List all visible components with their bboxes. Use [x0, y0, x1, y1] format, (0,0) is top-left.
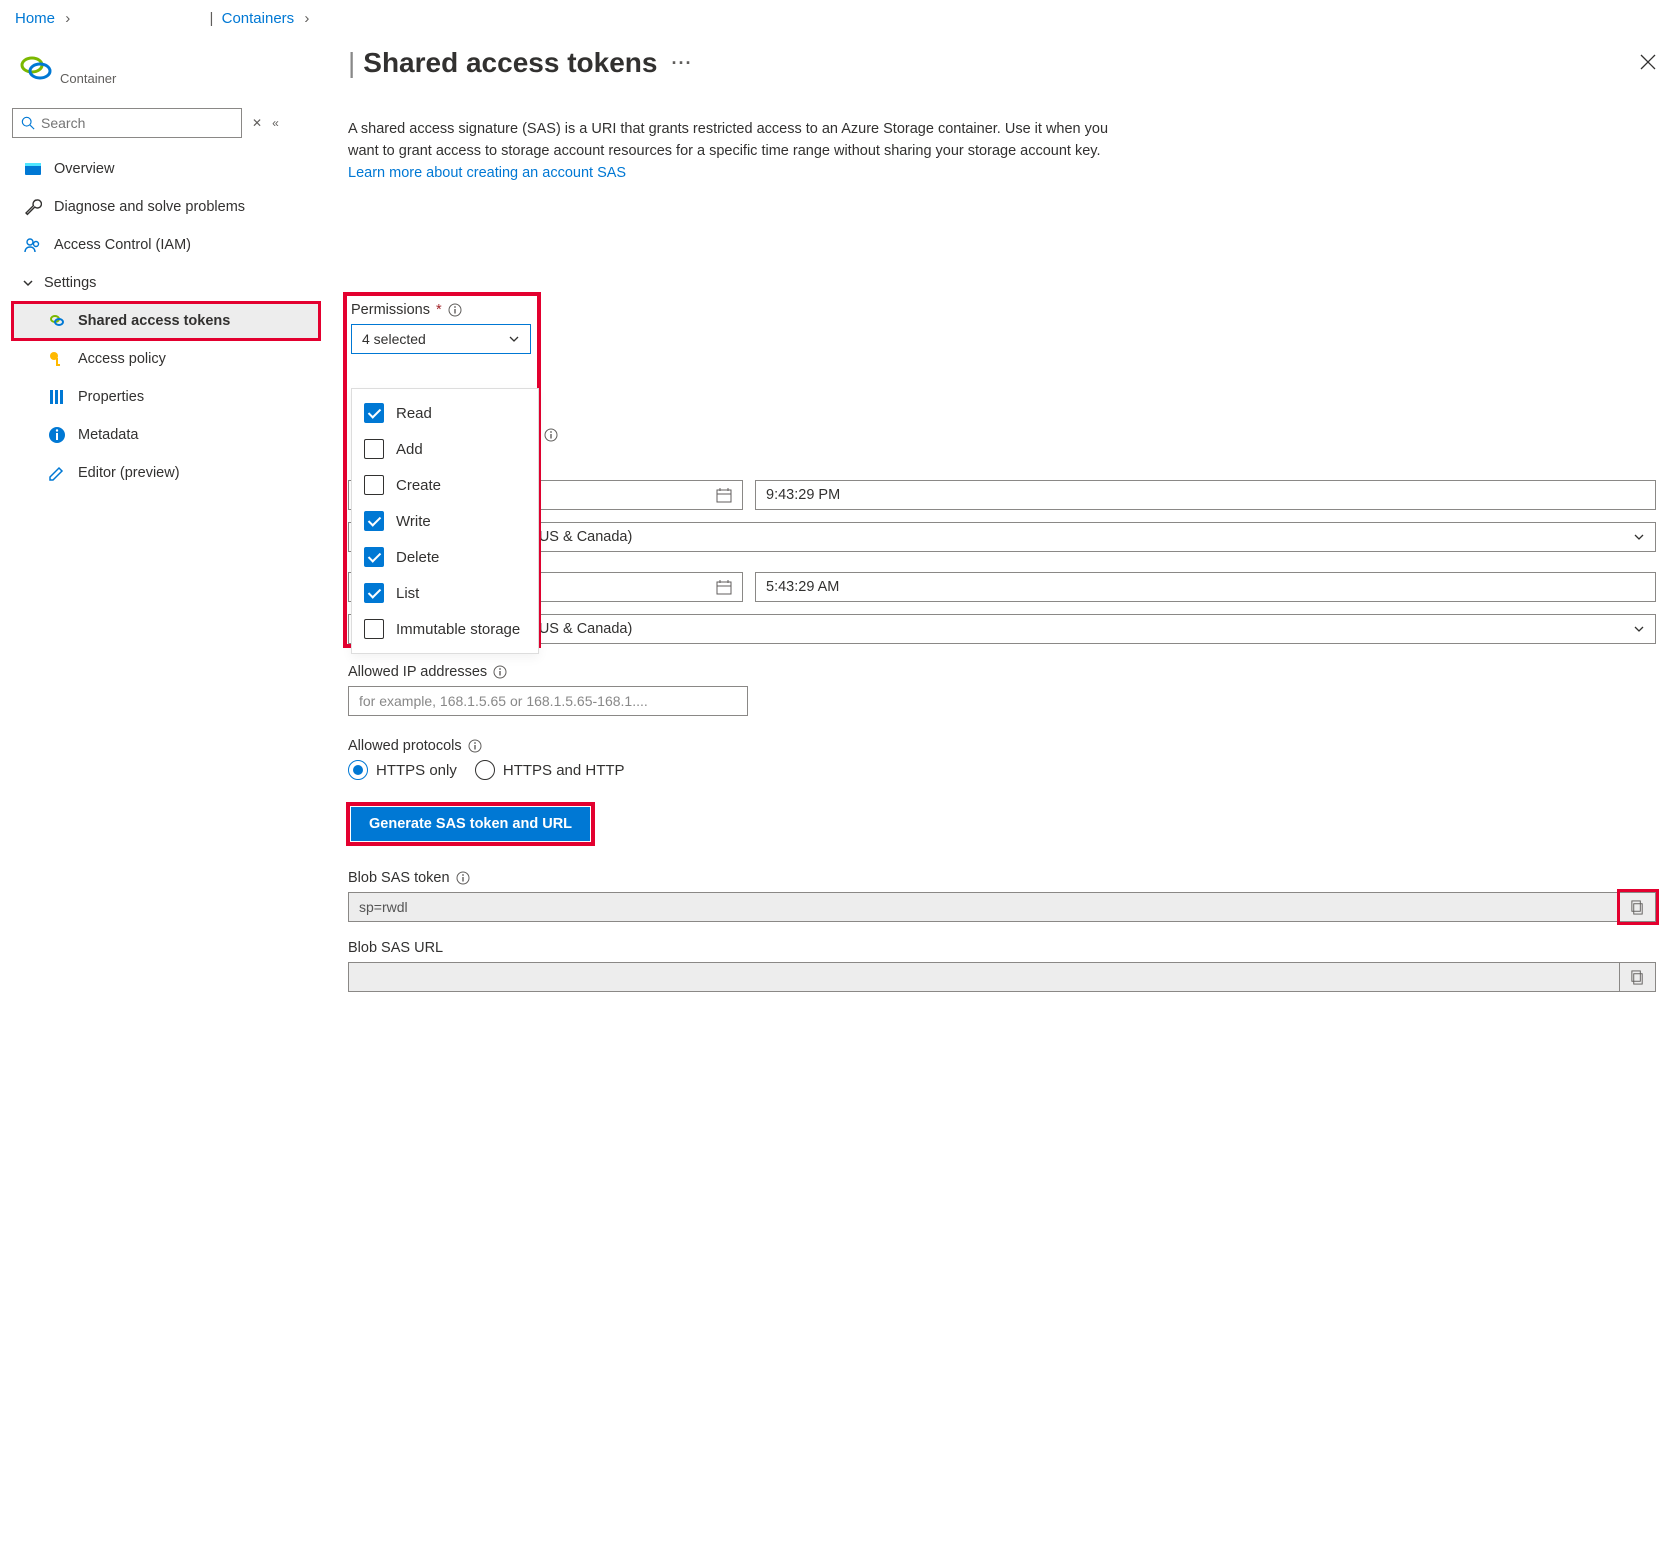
checkbox-icon	[364, 619, 384, 639]
chevron-down-icon	[508, 333, 520, 345]
checkbox-icon	[364, 439, 384, 459]
nav-overview[interactable]: Overview	[12, 150, 320, 188]
copy-sas-url-button[interactable]	[1620, 962, 1656, 992]
radio-icon	[475, 760, 495, 780]
properties-icon	[48, 388, 66, 406]
protocol-https-only[interactable]: HTTPS only	[348, 760, 457, 780]
sas-token-label: Blob SAS token	[348, 870, 450, 886]
sas-url-output[interactable]	[348, 962, 1620, 992]
pencil-icon	[48, 464, 66, 482]
permission-option-label: Read	[396, 405, 432, 422]
permission-option-read[interactable]: Read	[352, 395, 538, 431]
nav-diagnose[interactable]: Diagnose and solve problems	[12, 188, 320, 226]
info-icon[interactable]	[456, 871, 470, 885]
link-chain-icon	[48, 312, 66, 330]
nav-iam[interactable]: Access Control (IAM)	[12, 226, 320, 264]
permission-option-immutable-storage[interactable]: Immutable storage	[352, 611, 538, 647]
allowed-protocols-label: Allowed protocols	[348, 738, 462, 754]
collapse-sidebar-button[interactable]: «	[272, 116, 279, 130]
checkbox-icon	[364, 403, 384, 423]
expiry-time-input[interactable]: 5:43:29 AM	[755, 572, 1656, 602]
info-icon[interactable]	[448, 303, 462, 317]
chevron-down-icon	[22, 277, 34, 289]
start-timezone-select[interactable]: (US & Canada)	[348, 522, 1656, 552]
key-icon	[48, 350, 66, 368]
permission-option-label: Add	[396, 441, 423, 458]
info-icon	[48, 426, 66, 444]
people-icon	[24, 236, 42, 254]
page-title: | Shared access tokens ···	[348, 47, 692, 79]
nav-editor[interactable]: Editor (preview)	[12, 454, 320, 492]
checkbox-icon	[364, 547, 384, 567]
required-asterisk: *	[436, 302, 442, 318]
info-icon[interactable]	[493, 665, 507, 679]
nav-settings-section[interactable]: Settings	[12, 264, 320, 302]
permission-option-write[interactable]: Write	[352, 503, 538, 539]
main-panel: | Shared access tokens ··· A shared acce…	[320, 47, 1676, 1040]
container-type-label: Container	[60, 71, 116, 86]
chevron-down-icon	[1633, 623, 1645, 635]
breadcrumb-home[interactable]: Home	[15, 10, 55, 27]
copy-icon	[1630, 970, 1645, 985]
close-panel-button[interactable]	[1640, 54, 1656, 73]
sas-token-output[interactable]: sp=rwdl	[348, 892, 1620, 922]
info-icon[interactable]	[468, 739, 482, 753]
checkbox-icon	[364, 583, 384, 603]
generate-sas-button[interactable]: Generate SAS token and URL	[351, 807, 590, 841]
permission-option-label: Delete	[396, 549, 439, 566]
more-actions-button[interactable]: ···	[671, 53, 692, 74]
learn-more-link[interactable]: Learn more about creating an account SAS	[348, 165, 626, 181]
protocol-https-http[interactable]: HTTPS and HTTP	[475, 760, 625, 780]
permission-option-label: Immutable storage	[396, 621, 520, 638]
permissions-dropdown[interactable]: 4 selected	[351, 324, 531, 354]
calendar-icon	[716, 487, 732, 503]
chevron-right-icon: ›	[304, 10, 309, 27]
overview-icon	[24, 160, 42, 178]
checkbox-icon	[364, 475, 384, 495]
permission-option-list[interactable]: List	[352, 575, 538, 611]
permissions-menu: Read Add Create Write Delete List Immutable st…	[351, 388, 539, 654]
allowed-ip-label: Allowed IP addresses	[348, 664, 487, 680]
permission-option-label: Write	[396, 513, 431, 530]
breadcrumb: Home › | Containers ›	[0, 0, 1676, 47]
permission-option-delete[interactable]: Delete	[352, 539, 538, 575]
permissions-section: Permissions * 4 selected Read Add Create Wr…	[345, 294, 539, 646]
allowed-ip-input[interactable]: for example, 168.1.5.65 or 168.1.5.65-16…	[348, 686, 748, 716]
description-text: A shared access signature (SAS) is a URI…	[348, 119, 1128, 184]
permissions-label: Permissions	[351, 302, 430, 318]
search-input[interactable]	[12, 108, 242, 138]
wrench-icon	[24, 198, 42, 216]
info-icon[interactable]	[544, 428, 558, 442]
nav-shared-access-tokens[interactable]: Shared access tokens	[12, 302, 320, 340]
sidebar: Container ✕ « Overview Diagnose and solv…	[0, 47, 320, 1040]
breadcrumb-containers[interactable]: Containers	[222, 10, 295, 27]
sas-url-label: Blob SAS URL	[348, 940, 443, 956]
container-icon	[18, 51, 54, 90]
search-icon	[21, 116, 35, 130]
chevron-down-icon	[1633, 531, 1645, 543]
permission-option-label: Create	[396, 477, 441, 494]
nav-access-policy[interactable]: Access policy	[12, 340, 320, 378]
permission-option-create[interactable]: Create	[352, 467, 538, 503]
chevron-right-icon: ›	[65, 10, 70, 27]
clear-search-button[interactable]: ✕	[252, 116, 262, 130]
calendar-icon	[716, 579, 732, 595]
copy-sas-token-button[interactable]	[1620, 892, 1656, 922]
permission-option-add[interactable]: Add	[352, 431, 538, 467]
nav-metadata[interactable]: Metadata	[12, 416, 320, 454]
breadcrumb-sep: |	[210, 10, 214, 27]
expiry-timezone-select[interactable]: (US & Canada)	[348, 614, 1656, 644]
radio-icon	[348, 760, 368, 780]
nav-properties[interactable]: Properties	[12, 378, 320, 416]
copy-icon	[1630, 900, 1645, 915]
checkbox-icon	[364, 511, 384, 531]
permission-option-label: List	[396, 585, 419, 602]
start-time-input[interactable]: 9:43:29 PM	[755, 480, 1656, 510]
